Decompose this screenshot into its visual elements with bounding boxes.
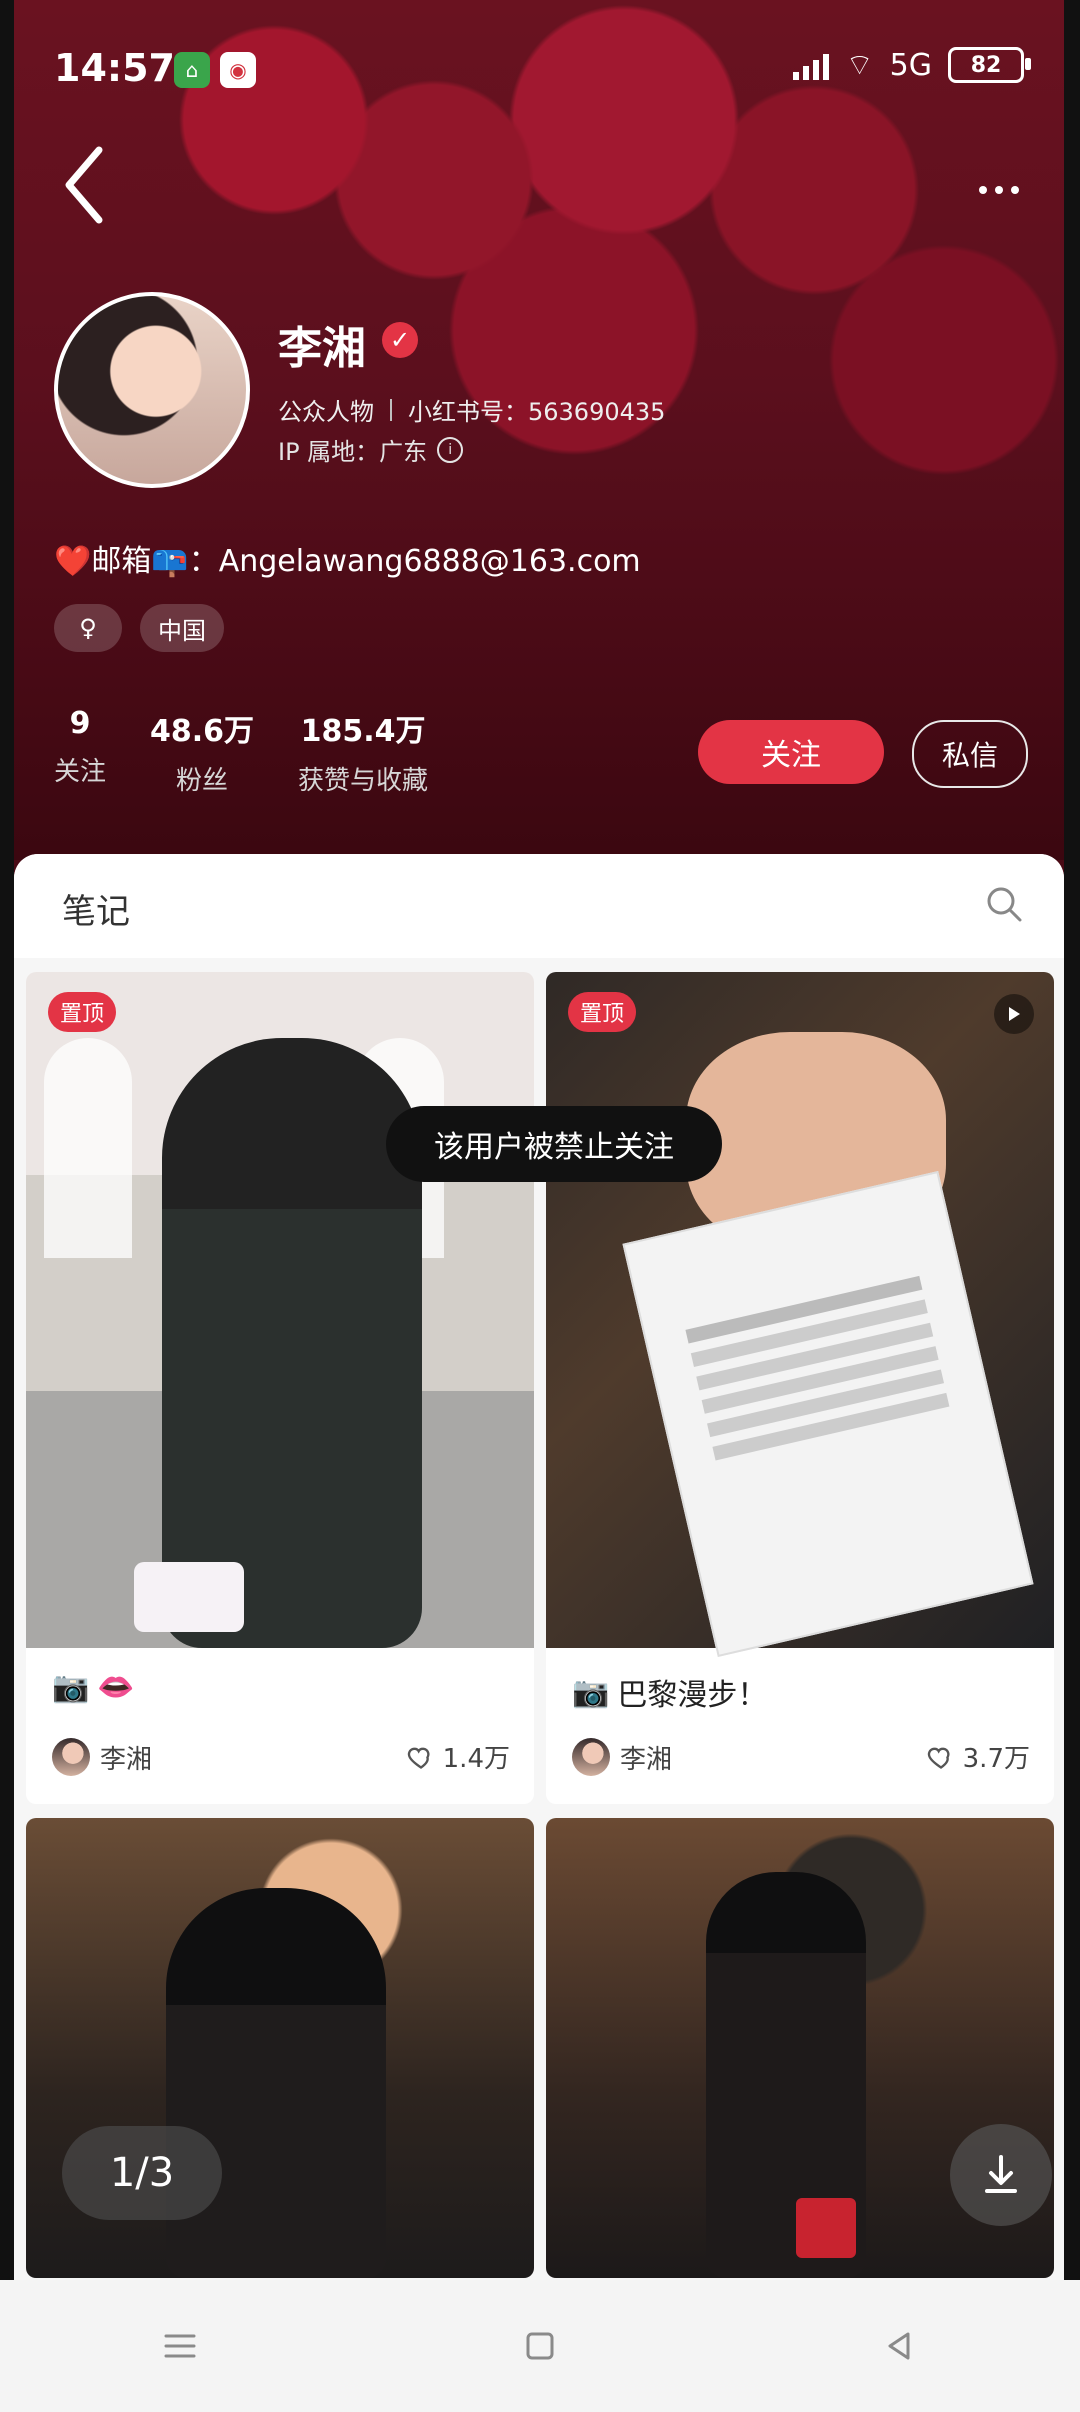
- stat-number: 48.6万: [150, 714, 255, 749]
- note-card[interactable]: 置顶 📷 👄 李湘 1.4万: [26, 972, 534, 1804]
- caption-text: 👄: [97, 1670, 135, 1705]
- status-icons: ⌂ ◉: [174, 52, 256, 88]
- download-icon: [985, 2155, 1017, 2193]
- profile-role: 公众人物: [278, 398, 374, 426]
- home-icon: [526, 2332, 554, 2360]
- wifi-icon: ⌔: [845, 48, 874, 83]
- stat-label: 获赞与收藏: [298, 766, 429, 796]
- menu-button[interactable]: [140, 2306, 220, 2386]
- more-dot-icon: [1011, 186, 1019, 194]
- notes-header: 笔记: [14, 854, 1064, 958]
- newspaper-shape: [622, 1170, 1034, 1658]
- red-id: 小红书号：563690435: [408, 398, 666, 426]
- note-author[interactable]: 李湘: [572, 1738, 672, 1776]
- stat-number: 9: [69, 706, 91, 741]
- like-count[interactable]: 3.7万: [927, 1738, 1030, 1775]
- stat-label: 粉丝: [176, 766, 229, 796]
- system-nav-bar: [0, 2280, 1080, 2412]
- arch-shape: [44, 1038, 132, 1258]
- camera-icon: 📷: [52, 1670, 90, 1705]
- author-avatar: [572, 1738, 610, 1776]
- pinned-badge: 置顶: [568, 992, 637, 1032]
- notes-tab[interactable]: 笔记: [62, 884, 130, 933]
- menu-icon: [164, 2334, 196, 2358]
- message-button[interactable]: 私信: [912, 720, 1028, 788]
- author-name: 李湘: [100, 1744, 153, 1775]
- toast-message: 该用户被禁止关注: [386, 1106, 722, 1182]
- handbag-shape: [796, 2198, 856, 2258]
- heart-icon: [927, 1747, 950, 1769]
- play-icon: [994, 994, 1034, 1034]
- divider: [390, 398, 392, 421]
- note-image: [26, 972, 534, 1648]
- profile-screen: 14:57 ⌂ ◉ ⌔ 5G 82 李湘 ✓ 公众人物 小红书号：5636904…: [14, 0, 1064, 2280]
- profile-stats: 9 关注 48.6万 粉丝 185.4万 获赞与收藏: [54, 706, 428, 797]
- notification-icon: ◉: [220, 52, 256, 88]
- notes-panel: 笔记 置顶 📷 👄 李湘 1.4万 置顶 📷 巴黎漫步！ 李湘 3.7万: [14, 854, 1064, 2280]
- gender-tag: ♀: [54, 604, 122, 652]
- battery-icon: 82: [948, 47, 1031, 83]
- author-avatar: [52, 1738, 90, 1776]
- heart-icon: [407, 1747, 430, 1769]
- country-tag: 中国: [140, 604, 224, 652]
- system-icons: ⌔ 5G 82: [793, 46, 1031, 84]
- more-dot-icon: [979, 186, 987, 194]
- person-shape: [162, 1038, 422, 1648]
- note-caption: 📷 巴黎漫步！: [572, 1670, 767, 1714]
- stat-following[interactable]: 9 关注: [54, 706, 106, 797]
- info-icon[interactable]: i: [437, 436, 464, 463]
- note-caption: 📷 👄: [52, 1670, 135, 1705]
- stat-number: 185.4万: [300, 714, 426, 749]
- ip-text: IP 属地：广东: [278, 438, 428, 466]
- profile-meta: 公众人物 小红书号：563690435: [278, 392, 665, 427]
- status-time: 14:57: [54, 46, 175, 90]
- camera-icon: 📷: [572, 1674, 610, 1710]
- profile-name: 李湘: [278, 323, 366, 374]
- handbag-shape: [134, 1562, 244, 1632]
- note-author[interactable]: 李湘: [52, 1738, 152, 1776]
- back-button[interactable]: [54, 140, 114, 230]
- download-button[interactable]: [950, 2124, 1052, 2226]
- verified-icon: ✓: [382, 322, 418, 358]
- signal-icon: [793, 50, 830, 80]
- network-label: 5G: [889, 47, 932, 83]
- stat-label: 关注: [54, 757, 107, 787]
- like-count[interactable]: 1.4万: [407, 1738, 510, 1775]
- likes-text: 1.4万: [442, 1744, 510, 1774]
- app-icon: ⌂: [174, 52, 210, 88]
- profile-bio: ❤️邮箱📪：Angelawang6888@163.com: [54, 544, 641, 579]
- search-icon[interactable]: [984, 884, 1024, 924]
- note-card[interactable]: 置顶 📷 巴黎漫步！ 李湘 3.7万: [546, 972, 1054, 1804]
- pinned-badge: 置顶: [48, 992, 117, 1032]
- page-indicator: 1/3: [62, 2126, 222, 2220]
- profile-avatar[interactable]: [54, 292, 250, 488]
- stat-followers[interactable]: 48.6万 粉丝: [150, 706, 254, 797]
- home-button[interactable]: [500, 2306, 580, 2386]
- more-button[interactable]: [964, 170, 1034, 210]
- stat-likes[interactable]: 185.4万 获赞与收藏: [298, 706, 428, 797]
- likes-text: 3.7万: [962, 1744, 1030, 1774]
- author-name: 李湘: [620, 1744, 673, 1775]
- ip-location: IP 属地：广东 i: [278, 432, 464, 467]
- chevron-left-icon: [65, 146, 103, 224]
- status-bar: 14:57 ⌂ ◉ ⌔ 5G 82: [14, 0, 1064, 120]
- play-triangle-icon: [1009, 1007, 1020, 1021]
- more-dot-icon: [995, 186, 1003, 194]
- follow-button[interactable]: 关注: [698, 720, 884, 784]
- back-triangle-icon: [888, 2332, 910, 2360]
- note-image: [546, 972, 1054, 1658]
- back-nav-button[interactable]: [860, 2306, 940, 2386]
- person-shape: [166, 1888, 386, 2278]
- caption-text: 巴黎漫步！: [617, 1678, 768, 1713]
- battery-level: 82: [970, 52, 1002, 78]
